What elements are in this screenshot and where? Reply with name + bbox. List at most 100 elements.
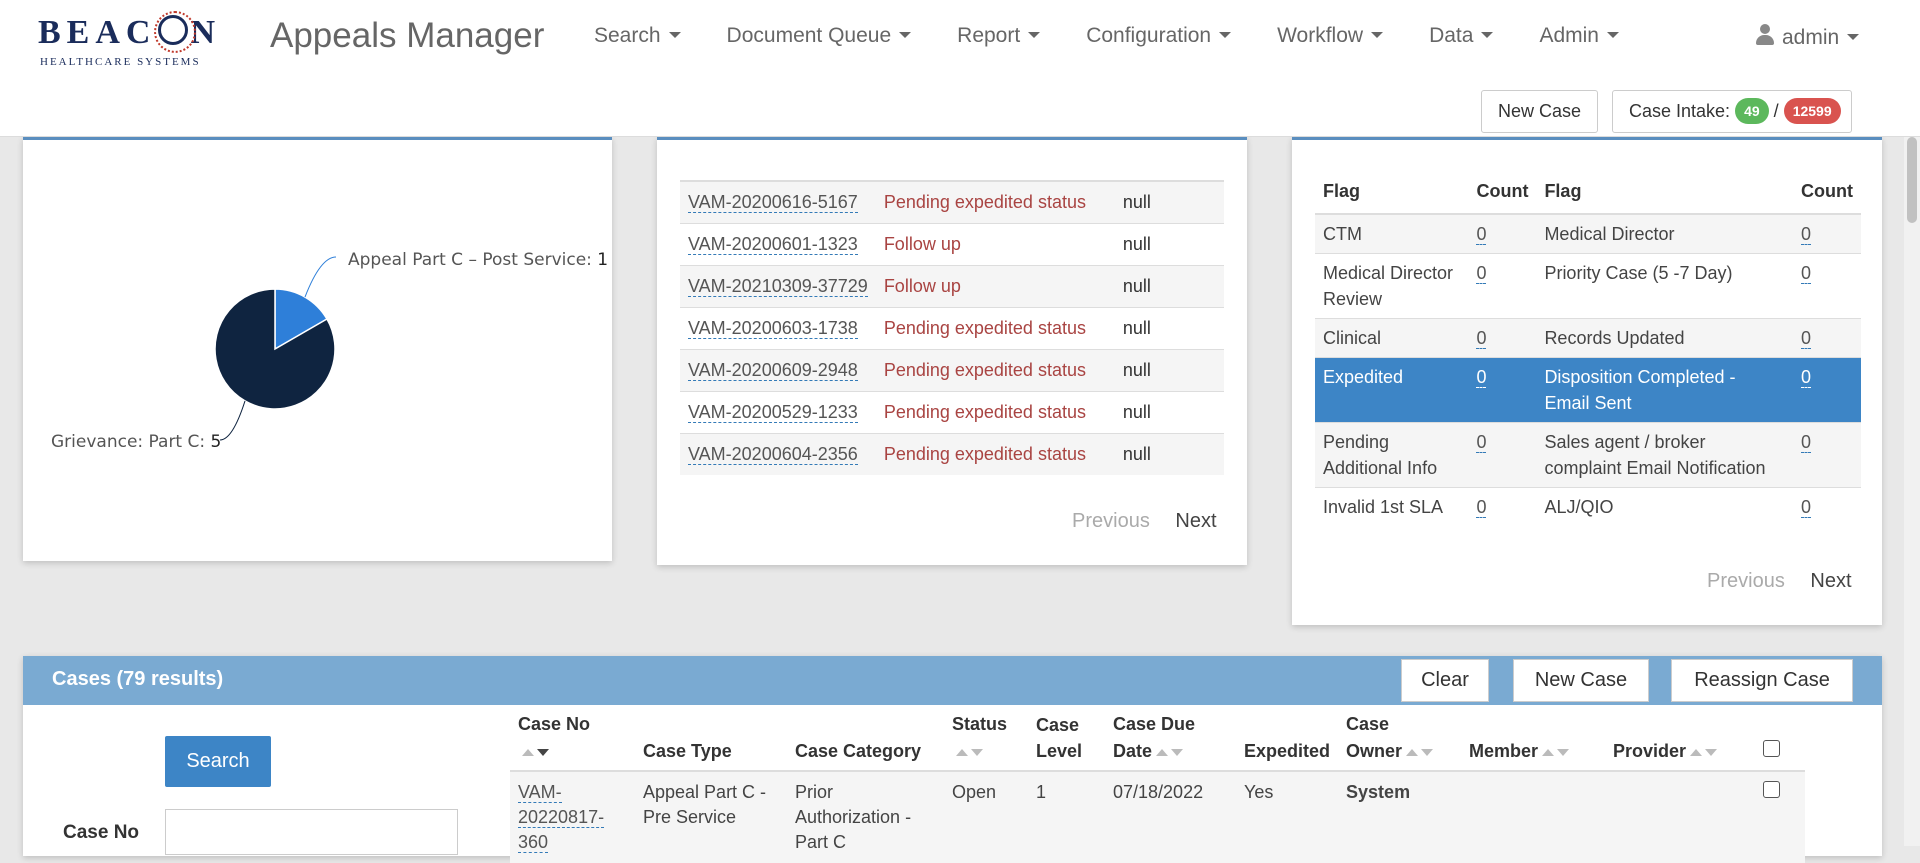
next-button[interactable]: Next — [1810, 570, 1851, 592]
case-id-cell: VAM-20200616-5167 — [680, 180, 876, 223]
list-item[interactable]: VAM-20200609-2948 Pending expedited statu… — [680, 348, 1224, 391]
case-intake-button[interactable]: Case Intake: 49 / 12599 — [1612, 90, 1852, 133]
flag-name: CTM — [1315, 213, 1469, 254]
page-scrollbar[interactable] — [1904, 137, 1920, 846]
case-type-pie-card: Appeal Part C – Post Service: 1 Grievanc… — [23, 137, 612, 561]
new-case-button[interactable]: New Case — [1513, 659, 1649, 702]
scrollbar-thumb[interactable] — [1907, 137, 1917, 223]
table-row[interactable]: Medical Director Review 0 Priority Case (5… — [1315, 253, 1861, 319]
follow-up-cases-table: VAM-20200616-5167 Pending expedited statu… — [680, 180, 1224, 475]
col-due-date-line2: Date — [1113, 741, 1153, 761]
flag-count-2-link[interactable]: 0 — [1801, 367, 1812, 388]
flag-count-2-link[interactable]: 0 — [1801, 224, 1812, 245]
cases-table: Case No Case Type Case Category Status C… — [510, 705, 1806, 863]
nav-search[interactable]: Search — [594, 24, 681, 48]
search-button[interactable]: Search — [165, 736, 271, 787]
flags-header-row: Flag Count Flag Count — [1315, 170, 1861, 215]
nav-admin[interactable]: Admin — [1539, 24, 1619, 48]
flag-count-link[interactable]: 0 — [1476, 432, 1487, 453]
case-id-link[interactable]: VAM-20200603-1738 — [688, 317, 858, 339]
cell-due-date: 07/18/2022 — [1105, 771, 1236, 863]
beacon-logo[interactable]: BEAC N HEALTHCARE SYSTEMS — [38, 10, 228, 68]
flag-count-link[interactable]: 0 — [1476, 328, 1487, 349]
table-row[interactable]: Clinical 0 Records Updated 0 — [1315, 318, 1861, 358]
col-case-no[interactable]: Case No — [510, 705, 635, 772]
sort-asc-icon — [1156, 749, 1169, 756]
flag-count-2: 0 — [1793, 213, 1861, 254]
flag-count: 0 — [1468, 213, 1537, 254]
cell-provider — [1605, 771, 1756, 863]
flag-name-text: Clinical — [1323, 328, 1382, 348]
nav-configuration[interactable]: Configuration — [1086, 24, 1232, 48]
flag-count-2-link[interactable]: 0 — [1801, 328, 1812, 349]
col-provider[interactable]: Provider — [1605, 705, 1756, 772]
col-case-level-line1: Case — [1036, 715, 1080, 735]
col-member[interactable]: Member — [1461, 705, 1606, 772]
case-id-link[interactable]: VAM-20200601-1323 — [688, 233, 858, 255]
case-id-link[interactable]: VAM-20200609-2948 — [688, 359, 858, 381]
list-item[interactable]: VAM-20200601-1323 Follow up null — [680, 222, 1224, 265]
nav-report[interactable]: Report — [957, 24, 1041, 48]
select-all-checkbox[interactable] — [1763, 740, 1781, 757]
list-item[interactable]: VAM-20200529-1233 Pending expedited statu… — [680, 390, 1224, 433]
flag-count-link[interactable]: 0 — [1476, 497, 1487, 518]
list-item[interactable]: VAM-20200616-5167 Pending expedited statu… — [680, 180, 1224, 223]
col-due-date[interactable]: Case Due Date — [1105, 705, 1236, 772]
new-case-button[interactable]: New Case — [1481, 90, 1598, 133]
logo-wordmark: BEAC N — [38, 11, 221, 53]
col-expedited: Expedited — [1236, 705, 1339, 772]
col-provider-label: Provider — [1613, 741, 1687, 761]
flag-count-2-link[interactable]: 0 — [1801, 432, 1812, 453]
col-case-owner[interactable]: Case Owner — [1338, 705, 1462, 772]
col-status[interactable]: Status — [944, 705, 1028, 772]
table-row[interactable]: VAM- 20220817- 360 Appeal Part C - Pre Serv… — [510, 771, 1806, 863]
nav-data[interactable]: Data — [1429, 24, 1494, 48]
row-checkbox[interactable] — [1763, 781, 1781, 798]
flag-count-2: 0 — [1793, 357, 1861, 423]
previous-button[interactable]: Previous — [1072, 510, 1150, 532]
flag-count-2-link[interactable]: 0 — [1801, 263, 1812, 284]
list-item[interactable]: VAM-20200603-1738 Pending expedited statu… — [680, 306, 1224, 349]
table-row[interactable]: Pending Additional Info 0 Sales agent / br… — [1315, 422, 1861, 488]
sort-icon[interactable] — [956, 737, 986, 763]
sort-icon[interactable] — [1542, 737, 1572, 763]
flag-count-link[interactable]: 0 — [1476, 263, 1487, 284]
nav-document-queue[interactable]: Document Queue — [727, 24, 912, 48]
flag-count-link[interactable]: 0 — [1476, 367, 1487, 388]
case-id-link[interactable]: VAM-20210309-37729 — [688, 275, 868, 297]
clear-button[interactable]: Clear — [1401, 659, 1489, 702]
pie-chart — [214, 256, 337, 441]
flag-count-2-link[interactable]: 0 — [1801, 497, 1812, 518]
flag-count-link[interactable]: 0 — [1476, 224, 1487, 245]
case-id-link[interactable]: VAM-20200604-2356 — [688, 443, 858, 465]
case-status-cell: Pending expedited status — [875, 390, 1115, 433]
sort-icon[interactable] — [522, 737, 552, 763]
next-button[interactable]: Next — [1175, 510, 1216, 532]
sort-icon[interactable] — [1690, 737, 1720, 763]
case-no-input[interactable] — [165, 809, 458, 855]
sort-desc-icon — [971, 749, 983, 756]
case-status-cell: Follow up — [875, 222, 1115, 265]
table-row[interactable]: CTM 0 Medical Director 0 — [1315, 213, 1861, 254]
intake-separator: / — [1773, 101, 1779, 121]
reassign-case-button[interactable]: Reassign Case — [1671, 659, 1853, 702]
sort-icon[interactable] — [1156, 737, 1186, 763]
list-item[interactable]: VAM-20200604-2356 Pending expedited statu… — [680, 432, 1224, 475]
sort-desc-icon — [1171, 749, 1184, 756]
table-row[interactable]: Expedited 0 Disposition Completed - Email … — [1315, 357, 1861, 423]
previous-button[interactable]: Previous — [1707, 570, 1785, 592]
sort-icon[interactable] — [1406, 737, 1436, 763]
case-note-cell: null — [1114, 222, 1224, 265]
case-status: Follow up — [883, 275, 961, 296]
case-id-link[interactable]: VAM-20200529-1233 — [688, 401, 858, 423]
flag-name: Invalid 1st SLA — [1315, 487, 1469, 526]
case-id-link[interactable]: VAM-20200616-5167 — [688, 191, 858, 213]
table-row[interactable]: Invalid 1st SLA 0 ALJ/QIO 0 — [1315, 487, 1861, 526]
user-menu[interactable]: admin — [1756, 24, 1860, 50]
case-no-link[interactable]: VAM- 20220817- 360 — [518, 782, 605, 853]
flag-name-2: Sales agent / broker complaint Email Not… — [1536, 422, 1794, 488]
cell-case-no[interactable]: VAM- 20220817- 360 — [510, 771, 635, 863]
nav-workflow[interactable]: Workflow — [1277, 24, 1384, 48]
list-item[interactable]: VAM-20210309-37729 Follow up null — [680, 264, 1224, 307]
case-id-cell: VAM-20210309-37729 — [680, 264, 876, 307]
